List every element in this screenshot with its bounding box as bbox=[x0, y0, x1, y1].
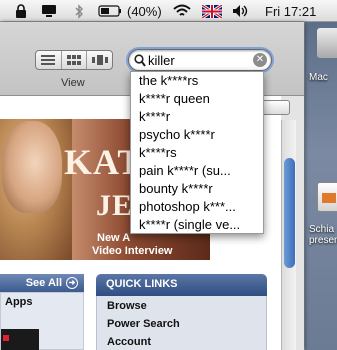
view-label: View bbox=[61, 77, 85, 89]
display-icon[interactable] bbox=[41, 3, 57, 19]
banner-caption: New A bbox=[97, 232, 131, 244]
apps-heading: Apps bbox=[5, 296, 33, 308]
grid-view-button[interactable] bbox=[62, 51, 88, 69]
banner-caption: Video Interview bbox=[92, 245, 173, 257]
clock[interactable]: Fri 17:21 bbox=[265, 3, 316, 19]
search-field[interactable]: ✕ bbox=[128, 49, 272, 71]
bluetooth-icon[interactable] bbox=[74, 3, 84, 19]
app-thumbnail[interactable] bbox=[1, 329, 39, 350]
arrow-right-icon: ➜ bbox=[66, 277, 78, 289]
quick-links-panel: Browse Power Search Account bbox=[96, 296, 267, 350]
clear-search-icon[interactable]: ✕ bbox=[253, 53, 267, 67]
suggestion-item[interactable]: pain k****r (su... bbox=[131, 162, 263, 180]
drive-icon[interactable] bbox=[317, 28, 337, 58]
list-view-icon bbox=[41, 55, 56, 65]
volume-icon[interactable] bbox=[232, 3, 250, 19]
lock-icon[interactable] bbox=[15, 3, 27, 19]
suggestion-item[interactable]: bounty k****r bbox=[131, 180, 263, 198]
desktop-icon-label: Schia bbox=[309, 224, 335, 235]
quick-link-account[interactable]: Account bbox=[107, 336, 151, 348]
toolbar-small-button[interactable] bbox=[262, 100, 290, 115]
coverflow-view-icon bbox=[91, 55, 108, 65]
document-icon[interactable] bbox=[317, 182, 337, 212]
suggestion-item[interactable]: k****rs bbox=[131, 144, 263, 162]
suggestion-item[interactable]: k****r queen bbox=[131, 90, 263, 108]
wifi-icon[interactable] bbox=[172, 3, 192, 19]
suggestion-item[interactable]: photoshop k***... bbox=[131, 198, 263, 216]
desktop-background: Mac Schia present bbox=[305, 22, 337, 350]
artist-face bbox=[2, 121, 62, 213]
apps-panel: Apps bbox=[0, 292, 84, 350]
search-suggestions: the k****rs k****r queen k****r psycho k… bbox=[130, 71, 264, 234]
battery-icon[interactable] bbox=[98, 3, 122, 19]
desktop-icon-label: Mac bbox=[309, 72, 328, 83]
desktop-icon-label: present bbox=[309, 235, 337, 246]
list-view-button[interactable] bbox=[36, 51, 62, 69]
quick-links-header: QUICK LINKS bbox=[96, 274, 267, 296]
suggestion-item[interactable]: psycho k****r bbox=[131, 126, 263, 144]
menu-bar: (40%) Fri 17:21 bbox=[0, 0, 337, 22]
grid-view-icon bbox=[67, 55, 81, 65]
scroll-thumb[interactable] bbox=[284, 158, 295, 268]
search-input[interactable] bbox=[148, 52, 250, 68]
flag-uk-icon[interactable] bbox=[202, 3, 222, 19]
see-all-button[interactable]: See All ➜ bbox=[0, 274, 84, 292]
search-icon bbox=[134, 54, 146, 67]
vertical-scrollbar[interactable] bbox=[281, 120, 296, 350]
suggestion-item[interactable]: k****r bbox=[131, 108, 263, 126]
see-all-label: See All bbox=[25, 277, 62, 289]
battery-percent: (40%) bbox=[127, 3, 162, 19]
suggestion-item[interactable]: the k****rs bbox=[131, 72, 263, 90]
coverflow-view-button[interactable] bbox=[87, 51, 112, 69]
quick-link-browse[interactable]: Browse bbox=[107, 300, 147, 312]
suggestion-item[interactable]: k****r (single ve... bbox=[131, 216, 263, 234]
quick-link-power-search[interactable]: Power Search bbox=[107, 318, 180, 330]
view-segmented-control bbox=[35, 50, 113, 70]
